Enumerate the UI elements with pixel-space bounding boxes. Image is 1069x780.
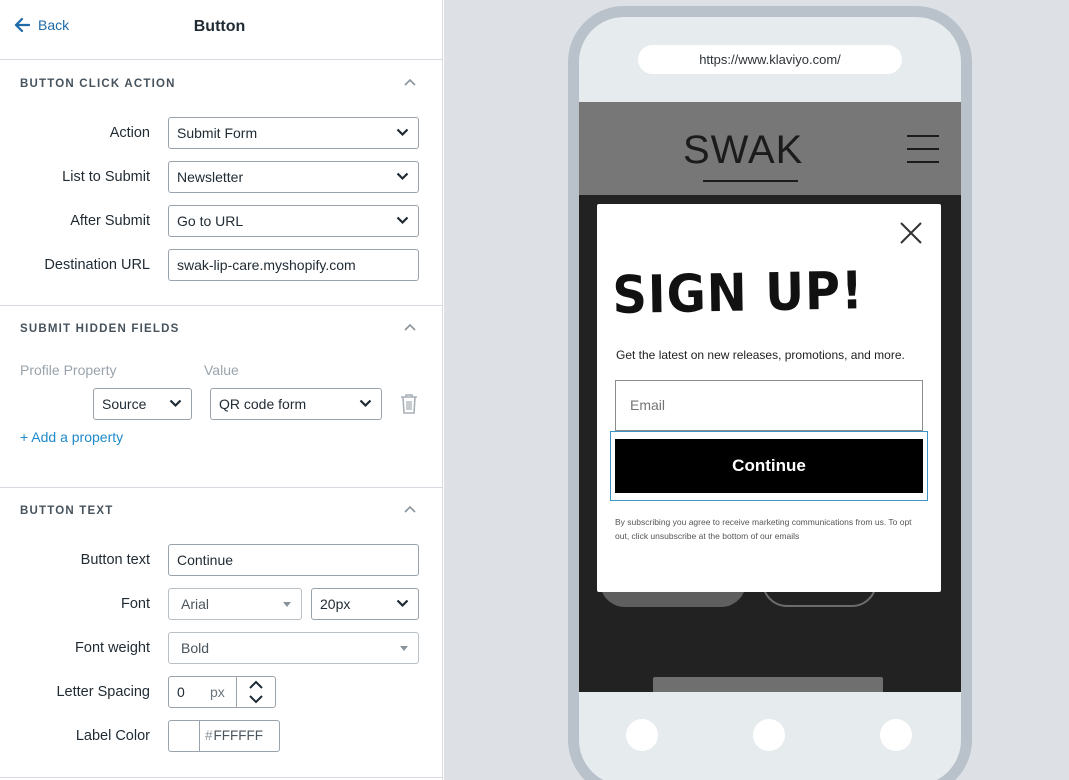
chevron-up-icon[interactable] <box>404 78 416 86</box>
panel-title: Button <box>193 18 246 35</box>
hidden-value-value: QR code form <box>219 396 307 412</box>
caret-down-icon <box>400 646 408 651</box>
chevron-down-icon <box>396 128 409 137</box>
divider <box>0 305 442 306</box>
section-button-text-header[interactable]: BUTTON TEXT <box>20 501 420 521</box>
chevron-down-icon <box>169 399 182 408</box>
font-weight-select[interactable]: Bold <box>168 632 419 664</box>
browser-url-bar: https://www.klaviyo.com/ <box>638 45 902 74</box>
modal-heading: SIGN UP! <box>612 261 865 326</box>
chevron-down-icon <box>396 216 409 225</box>
font-size-value: 20px <box>320 596 351 612</box>
after-submit-select[interactable]: Go to URL <box>168 205 419 237</box>
label-color-value: FFFFFF <box>213 728 263 743</box>
stepper-arrows-icon[interactable] <box>237 677 275 707</box>
destination-url-label: Destination URL <box>44 257 150 273</box>
font-family-select[interactable]: Arial <box>168 588 302 620</box>
value-header: Value <box>204 362 239 378</box>
section-title: SUBMIT HIDDEN FIELDS <box>20 323 180 335</box>
modal-disclaimer: By subscribing you agree to receive mark… <box>615 517 912 541</box>
caret-down-icon <box>283 602 291 607</box>
brand-logo: SWAK <box>683 128 804 172</box>
list-select[interactable]: Newsletter <box>168 161 419 193</box>
profile-property-select[interactable]: Source <box>93 388 192 420</box>
divider <box>0 777 442 778</box>
phone-nav-button <box>626 719 658 751</box>
phone-nav-button <box>753 719 785 751</box>
profile-property-header: Profile Property <box>20 362 117 378</box>
modal-tagline: Get the latest on new releases, promotio… <box>616 348 905 362</box>
hex-hash: # <box>205 728 213 743</box>
phone-screen: SWAK SIGN UP! Get the latest on new rele… <box>579 102 961 692</box>
action-label: Action <box>109 125 150 141</box>
button-text-value: Continue <box>177 552 234 568</box>
chevron-down-icon <box>359 399 372 408</box>
after-submit-label: After Submit <box>70 213 150 229</box>
background-bar <box>653 677 883 692</box>
email-input[interactable]: Email <box>615 380 923 431</box>
font-label: Font <box>120 596 150 612</box>
section-title: BUTTON CLICK ACTION <box>20 78 176 90</box>
phone-nav-button <box>880 719 912 751</box>
chevron-up-icon[interactable] <box>404 323 416 331</box>
label-color-input[interactable]: #FFFFFF <box>199 720 280 752</box>
button-text-input[interactable]: Continue <box>168 544 419 576</box>
section-hidden-fields-header[interactable]: SUBMIT HIDDEN FIELDS <box>20 319 420 339</box>
font-weight-label: Font weight <box>75 640 150 656</box>
section-click-action-header[interactable]: BUTTON CLICK ACTION <box>20 74 420 94</box>
letter-spacing-label: Letter Spacing <box>56 684 150 700</box>
action-select-value: Submit Form <box>177 125 258 141</box>
chevron-down-icon <box>396 599 409 608</box>
button-text-label: Button text <box>80 552 150 568</box>
chevron-down-icon <box>396 172 409 181</box>
list-select-value: Newsletter <box>177 169 244 185</box>
panel-header: Back Button <box>0 0 442 60</box>
hidden-value-select[interactable]: QR code form <box>210 388 382 420</box>
letter-spacing-stepper[interactable] <box>236 677 276 708</box>
site-header: SWAK <box>579 102 961 195</box>
after-submit-value: Go to URL <box>177 213 244 229</box>
logo-underline <box>703 180 798 182</box>
letter-spacing-value: 0 <box>177 684 185 700</box>
font-weight-value: Bold <box>181 640 210 656</box>
divider <box>0 487 442 488</box>
preview-area: https://www.klaviyo.com/ SWAK SIGN UP! G… <box>444 0 1069 780</box>
settings-panel: Back Button BUTTON CLICK ACTION Action S… <box>0 0 443 780</box>
signup-modal: SIGN UP! Get the latest on new releases,… <box>597 204 941 592</box>
destination-url-input[interactable]: swak-lip-care.myshopify.com <box>168 249 419 281</box>
list-label: List to Submit <box>62 169 150 185</box>
continue-button[interactable]: Continue <box>615 439 923 493</box>
letter-spacing-unit: px <box>210 684 225 700</box>
trash-icon[interactable] <box>399 393 419 415</box>
label-color-label: Label Color <box>75 728 150 744</box>
label-color-swatch[interactable] <box>168 720 200 752</box>
font-size-select[interactable]: 20px <box>311 588 419 620</box>
destination-url-value: swak-lip-care.myshopify.com <box>177 257 356 273</box>
hamburger-menu-icon <box>907 135 939 174</box>
profile-property-value: Source <box>102 396 147 412</box>
font-family-value: Arial <box>181 596 210 612</box>
chevron-up-icon[interactable] <box>404 505 416 513</box>
close-icon[interactable] <box>899 221 923 245</box>
add-property-link[interactable]: + Add a property <box>20 429 123 445</box>
phone-frame: https://www.klaviyo.com/ SWAK SIGN UP! G… <box>568 6 972 780</box>
section-title: BUTTON TEXT <box>20 505 114 517</box>
action-select[interactable]: Submit Form <box>168 117 419 149</box>
